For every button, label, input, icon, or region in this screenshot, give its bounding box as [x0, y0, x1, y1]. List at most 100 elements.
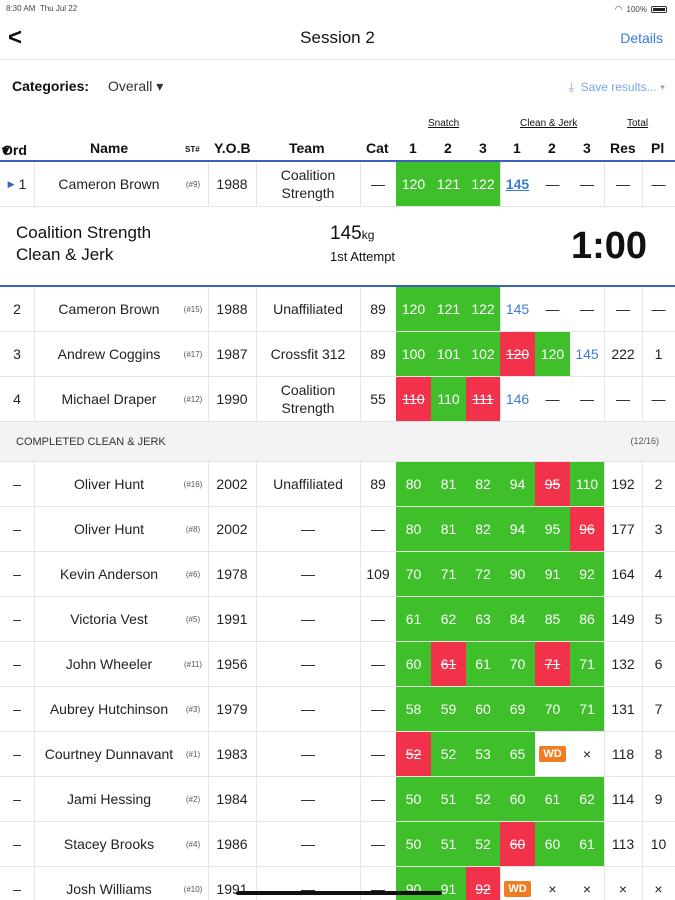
- cell-ord: ▶ 1: [0, 162, 34, 206]
- c3-value: ×: [582, 746, 592, 762]
- pl-value: —: [651, 301, 666, 317]
- cell-team: —: [256, 687, 360, 731]
- s3-value: 82: [475, 521, 491, 537]
- cell-res: 132: [604, 642, 642, 686]
- caret-down-icon: ▾: [659, 80, 665, 94]
- cat-value: 89: [370, 476, 386, 492]
- ord-value: 1: [18, 176, 27, 192]
- cell-s2: 52: [431, 732, 466, 776]
- cell-yob: 1984: [208, 777, 256, 821]
- table-row[interactable]: – John Wheeler (#11) 1956 — — 60 61 61 70 71 71 132 6: [0, 642, 675, 687]
- status-bar: 8:30 AM Thu Jul 22 ◠ 100%: [0, 0, 675, 18]
- cell-team: Crossfit 312: [256, 332, 360, 376]
- ord-value: 2: [13, 301, 21, 317]
- completed-section-label: COMPLETED CLEAN & JERK: [16, 436, 166, 448]
- table-row[interactable]: – Aubrey Hutchinson (#3) 1979— —58 59 60 69 70 71…: [0, 687, 675, 732]
- cell-res: ×: [604, 867, 642, 900]
- res-value: 113: [611, 836, 635, 852]
- table-row[interactable]: 2 Cameron Brown (#15) 1988 Unaffiliated 89 120…: [0, 287, 675, 332]
- cell-c2: 61: [535, 777, 570, 821]
- s2-value: 91: [440, 881, 457, 897]
- c1-value: 70: [509, 656, 526, 672]
- cell-s2: 62: [431, 597, 466, 641]
- team-value: —: [301, 881, 315, 897]
- cell-team: —: [256, 552, 360, 596]
- table-row[interactable]: – Josh Williams (#10) 1991— —90 91 92 WD × × × ×: [0, 867, 675, 900]
- cell-s2: 121: [431, 162, 466, 206]
- banner-lift: Clean & Jerk: [16, 245, 114, 264]
- cell-st: (#3): [178, 687, 208, 731]
- res-value: 132: [611, 656, 635, 672]
- s3-value: 60: [475, 701, 491, 717]
- table-row[interactable]: – Stacey Brooks (#4) 1986 — — 50 51 52 60 60 61 113 1…: [0, 822, 675, 867]
- c3-value: 110: [575, 476, 599, 492]
- cell-yob: 1979: [208, 687, 256, 731]
- res-value: —: [616, 301, 630, 317]
- ord-value: 4: [13, 391, 21, 407]
- cell-res: 177: [604, 507, 642, 551]
- s2-value: 59: [440, 701, 457, 717]
- name-value: Jami Hessing: [66, 791, 152, 807]
- download-icon: ⤓: [568, 80, 574, 94]
- details-button[interactable]: Details: [620, 30, 663, 46]
- cell-st: (#5): [178, 597, 208, 641]
- table-row[interactable]: 3 Andrew Coggins (#17) 1987 Crossfit 312 89 10…: [0, 332, 675, 377]
- cell-s3: 53: [466, 732, 500, 776]
- save-results-button[interactable]: ⤓ Save results... ▾: [569, 80, 665, 95]
- table-row[interactable]: – Courtney Dunnavant (#1) 1983 — — 52 52 53 65 WD ×…: [0, 732, 675, 777]
- c2-value: ×: [548, 881, 557, 897]
- team-value: —: [301, 521, 315, 537]
- cell-c1: 94: [500, 462, 535, 506]
- ord-value: –: [13, 791, 21, 807]
- s1-value: 120: [401, 176, 426, 192]
- c2-value: —: [545, 301, 560, 317]
- cell-yob: 1987: [208, 332, 256, 376]
- banner-weight: 145kg: [330, 223, 375, 244]
- table-row[interactable]: – Jami Hessing (#2) 1984 — — 50 51 52 60 61 62 114 9: [0, 777, 675, 822]
- s2-value: 101: [436, 346, 461, 362]
- c2-value: 95: [544, 521, 561, 537]
- cell-c2: 120: [535, 332, 570, 376]
- yob-value: 1988: [216, 301, 248, 317]
- cell-c3: ×: [570, 732, 604, 776]
- cell-yob: 1991: [208, 867, 256, 900]
- status-right: ◠ 100%: [615, 4, 667, 15]
- table-row[interactable]: ▶ 1 Cameron Brown (#9) 1988 Coalition Strengt…: [0, 162, 675, 207]
- cell-s1: 80: [396, 462, 431, 506]
- cell-name: Oliver Hunt: [34, 507, 184, 551]
- cell-ord: 4: [0, 377, 34, 421]
- st-value: (#15): [183, 304, 203, 314]
- current-lifter-row[interactable]: ▶ 1 Cameron Brown (#9) 1988 Coalition Strengt…: [0, 162, 675, 207]
- cell-cat: —: [360, 162, 396, 206]
- cell-s3: 52: [466, 822, 500, 866]
- res-value: 192: [611, 476, 635, 492]
- st-value: (#8): [185, 524, 201, 534]
- cell-s1: 58: [396, 687, 431, 731]
- cell-team: Coalition Strength: [256, 377, 360, 421]
- c2-value: —: [545, 176, 560, 192]
- table-row[interactable]: – Victoria Vest (#5) 1991 — — 61 62 63 84 85 86 149 5: [0, 597, 675, 642]
- cell-s1: 50: [396, 777, 431, 821]
- s3-value: 52: [475, 791, 491, 807]
- wifi-icon: ◠: [614, 4, 623, 14]
- table-row[interactable]: – Oliver Hunt (#8) 2002 — — 80 81 82 94 95 96 177 3: [0, 507, 675, 552]
- cell-cat: 89: [360, 287, 396, 331]
- name-value: Courtney Dunnavant: [44, 746, 174, 762]
- cell-yob: 2002: [208, 462, 256, 506]
- cell-c3: —: [570, 287, 604, 331]
- table-row[interactable]: – Oliver Hunt (#16) 2002 Unaffiliated 89 80 81 8…: [0, 462, 675, 507]
- table-row[interactable]: – Kevin Anderson (#6) 1978 — 109 70 71 72 90 91 92 1…: [0, 552, 675, 597]
- cell-cat: —: [360, 597, 396, 641]
- s2-value: 71: [440, 566, 457, 582]
- s3-value: 111: [472, 391, 494, 407]
- cell-c1: 146: [500, 377, 535, 421]
- cell-s1: 80: [396, 507, 431, 551]
- cell-res: 113: [604, 822, 642, 866]
- categories-dropdown[interactable]: Overall ▾: [108, 78, 163, 95]
- table-row[interactable]: 4 Michael Draper (#12) 1990 Coalition Streng…: [0, 377, 675, 422]
- cell-name: Cameron Brown: [34, 162, 184, 206]
- cell-pl: 3: [642, 507, 675, 551]
- cell-s3: 63: [466, 597, 500, 641]
- cell-c3: 92: [570, 552, 604, 596]
- name-value: Victoria Vest: [70, 611, 148, 627]
